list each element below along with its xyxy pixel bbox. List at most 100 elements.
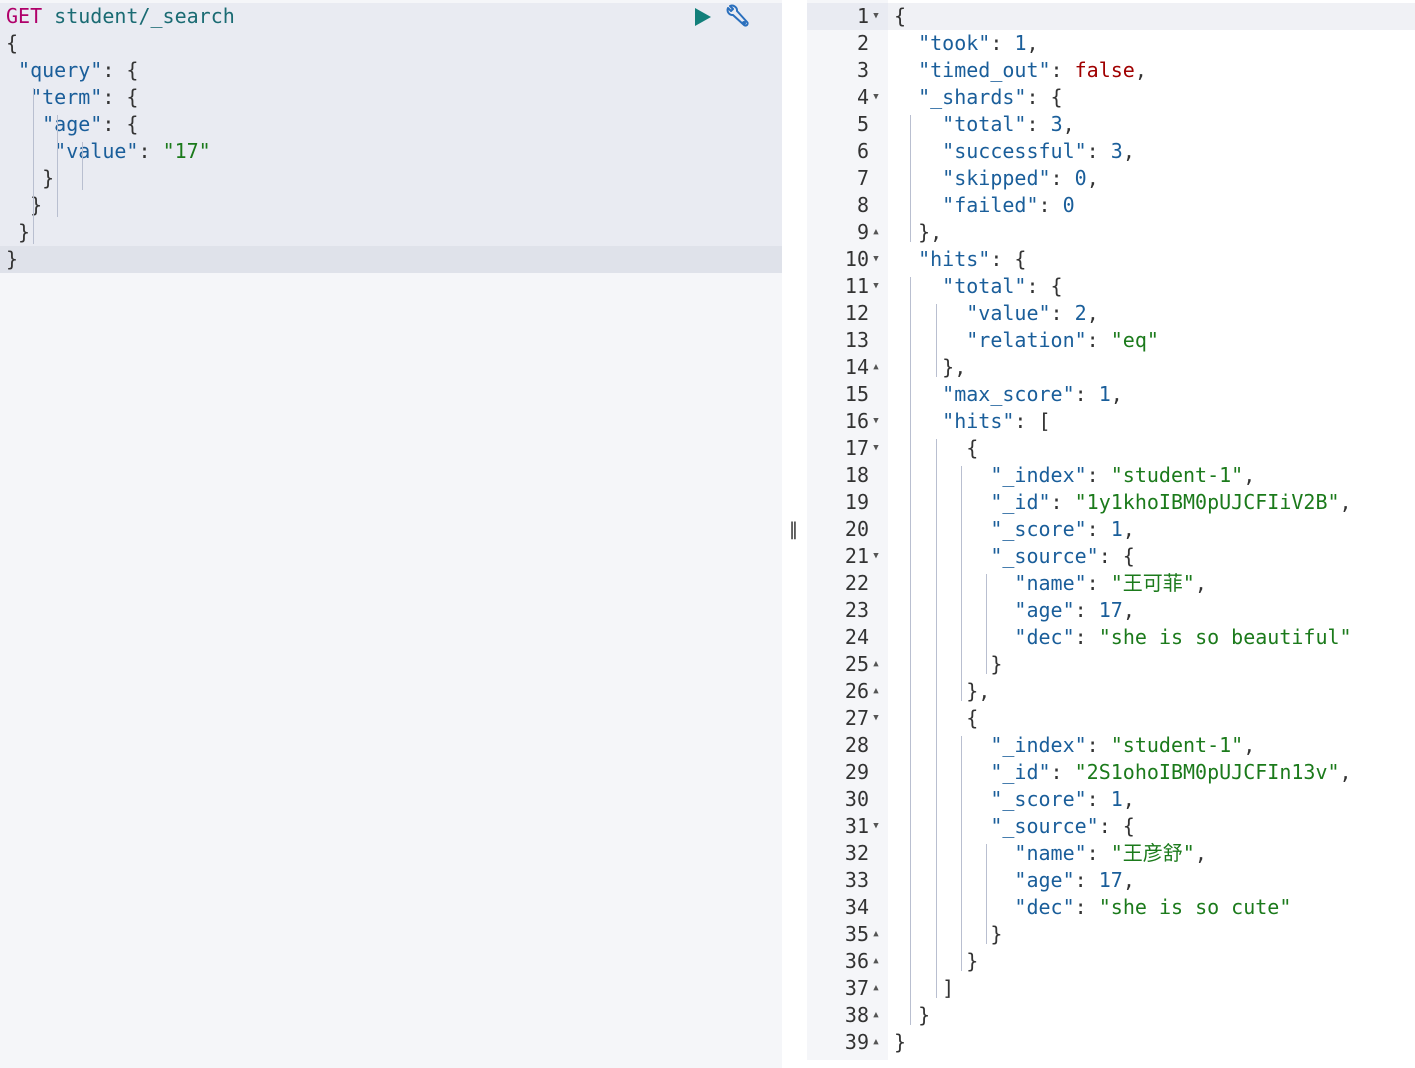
response-line-text: "_score": 1, — [990, 517, 1135, 541]
fold-toggle-icon[interactable]: ▲ — [869, 1029, 883, 1056]
response-line: 26 ▲ }, — [807, 678, 1415, 705]
request-body-text: "term": { — [30, 85, 139, 109]
response-line-text: "_id": "2S1ohoIBM0pUJCFIn13v", — [990, 760, 1352, 784]
response-line-text: } — [894, 1030, 907, 1054]
fold-toggle-icon[interactable]: ▲ — [869, 1002, 883, 1029]
pane-resizer[interactable]: ‖ — [782, 0, 807, 1068]
wrench-icon[interactable] — [722, 4, 750, 30]
response-line: 19 "_id": "1y1khoIBM0pUJCFIiV2B", — [807, 489, 1415, 516]
response-line-text: "_source": { — [990, 544, 1135, 568]
response-line-text: } — [894, 1003, 931, 1027]
response-line: 10 ▼ "hits": { — [807, 246, 1415, 273]
line-number: 16 — [844, 409, 869, 433]
response-line: 1 ▼ { — [807, 3, 1415, 30]
response-line: 28 "_index": "student-1", — [807, 732, 1415, 759]
fold-toggle-icon[interactable]: ▼ — [869, 84, 883, 111]
indent-guide — [985, 574, 987, 674]
fold-toggle-icon[interactable]: ▲ — [869, 651, 883, 678]
line-number: 9 — [856, 220, 869, 244]
response-line-text: "_index": "student-1", — [990, 463, 1256, 487]
line-number: 26 — [844, 679, 869, 703]
response-line-text: "_id": "1y1khoIBM0pUJCFIiV2B", — [990, 490, 1352, 514]
response-line: 39 ▲} — [807, 1029, 1415, 1056]
line-number: 7 — [856, 166, 869, 190]
response-viewer[interactable]: 1 ▼{2 "took": 1, 3 "timed_out": false, 4 ▼ "… — [807, 0, 1415, 1068]
fold-toggle-icon[interactable]: ▼ — [869, 3, 883, 30]
line-number: 29 — [844, 760, 869, 784]
response-line-text: "hits": { — [918, 247, 1027, 271]
resize-grip[interactable]: ‖ — [789, 519, 798, 540]
line-number: 32 — [844, 841, 869, 865]
line-number: 19 — [844, 490, 869, 514]
indent-guide — [82, 142, 83, 190]
line-number: 10 — [844, 247, 869, 271]
response-line: 33 "age": 17, — [807, 867, 1415, 894]
response-line: 25 ▲ } — [807, 651, 1415, 678]
response-line-text: "value": 2, — [966, 301, 1099, 325]
line-number: 21 — [844, 544, 869, 568]
fold-toggle-icon[interactable]: ▲ — [869, 921, 883, 948]
response-line-text: "max_score": 1, — [942, 382, 1123, 406]
line-number: 39 — [844, 1030, 869, 1054]
fold-toggle-icon[interactable]: ▼ — [869, 813, 883, 840]
fold-toggle-icon[interactable]: ▼ — [869, 705, 883, 732]
line-number: 30 — [844, 787, 869, 811]
response-line-text: "name": "王彦舒", — [1014, 841, 1207, 865]
fold-toggle-icon[interactable]: ▼ — [869, 273, 883, 300]
line-number: 3 — [856, 58, 869, 82]
response-line-text: "_score": 1, — [990, 787, 1135, 811]
request-body-text: } — [6, 220, 31, 244]
response-line-text: ] — [894, 976, 955, 1000]
fold-toggle-icon[interactable]: ▲ — [869, 354, 883, 381]
response-line: 21 ▼ "_source": { — [807, 543, 1415, 570]
line-number: 25 — [844, 652, 869, 676]
response-line-text: "_source": { — [990, 814, 1135, 838]
fold-toggle-icon[interactable]: ▼ — [869, 246, 883, 273]
response-line-text: "failed": 0 — [942, 193, 1075, 217]
fold-toggle-icon[interactable]: ▼ — [869, 408, 883, 435]
play-icon[interactable] — [692, 6, 714, 28]
response-line: 24 "dec": "she is so beautiful" — [807, 624, 1415, 651]
line-number: 20 — [844, 517, 869, 541]
response-line: 16 ▼ "hits": [ — [807, 408, 1415, 435]
line-number: 22 — [844, 571, 869, 595]
line-number: 6 — [856, 139, 869, 163]
response-line: 38 ▲ } — [807, 1002, 1415, 1029]
response-line-text: "dec": "she is so beautiful" — [1014, 625, 1352, 649]
response-line: 29 "_id": "2S1ohoIBM0pUJCFIn13v", — [807, 759, 1415, 786]
response-line: 27 ▼ { — [807, 705, 1415, 732]
response-line-text: }, — [894, 679, 991, 703]
indent-guide — [910, 115, 912, 242]
cursor-line-highlight — [0, 246, 782, 273]
line-number: 8 — [856, 193, 869, 217]
request-body-text: "query": { — [18, 58, 139, 82]
response-line: 3 "timed_out": false, — [807, 57, 1415, 84]
response-line-text: "_shards": { — [918, 85, 1063, 109]
request-editor[interactable]: GET student/_search { "query": { "term":… — [0, 0, 782, 1068]
fold-toggle-icon[interactable]: ▲ — [869, 219, 883, 246]
response-line: 32 "name": "王彦舒", — [807, 840, 1415, 867]
fold-toggle-icon[interactable]: ▼ — [869, 435, 883, 462]
fold-toggle-icon[interactable]: ▲ — [869, 678, 883, 705]
response-line: 35 ▲ } — [807, 921, 1415, 948]
response-line-text: "relation": "eq" — [966, 328, 1159, 352]
line-number: 38 — [844, 1003, 869, 1027]
line-number: 27 — [844, 706, 869, 730]
request-body-text: "value": "17" — [54, 139, 211, 163]
fold-toggle-icon[interactable]: ▼ — [869, 543, 883, 570]
indent-guide — [935, 439, 937, 998]
request-body-text: } — [6, 247, 19, 271]
fold-toggle-icon[interactable]: ▲ — [869, 948, 883, 975]
line-number: 36 — [844, 949, 869, 973]
line-number: 33 — [844, 868, 869, 892]
response-line-text: }, — [894, 220, 943, 244]
line-number: 11 — [844, 274, 869, 298]
line-number: 14 — [844, 355, 869, 379]
request-line[interactable]: GET student/_search — [0, 3, 235, 30]
response-line: 6 "successful": 3, — [807, 138, 1415, 165]
line-number: 12 — [844, 301, 869, 325]
response-line: 17 ▼ { — [807, 435, 1415, 462]
response-line: 9 ▲ }, — [807, 219, 1415, 246]
line-number: 4 — [856, 85, 869, 109]
fold-toggle-icon[interactable]: ▲ — [869, 975, 883, 1002]
